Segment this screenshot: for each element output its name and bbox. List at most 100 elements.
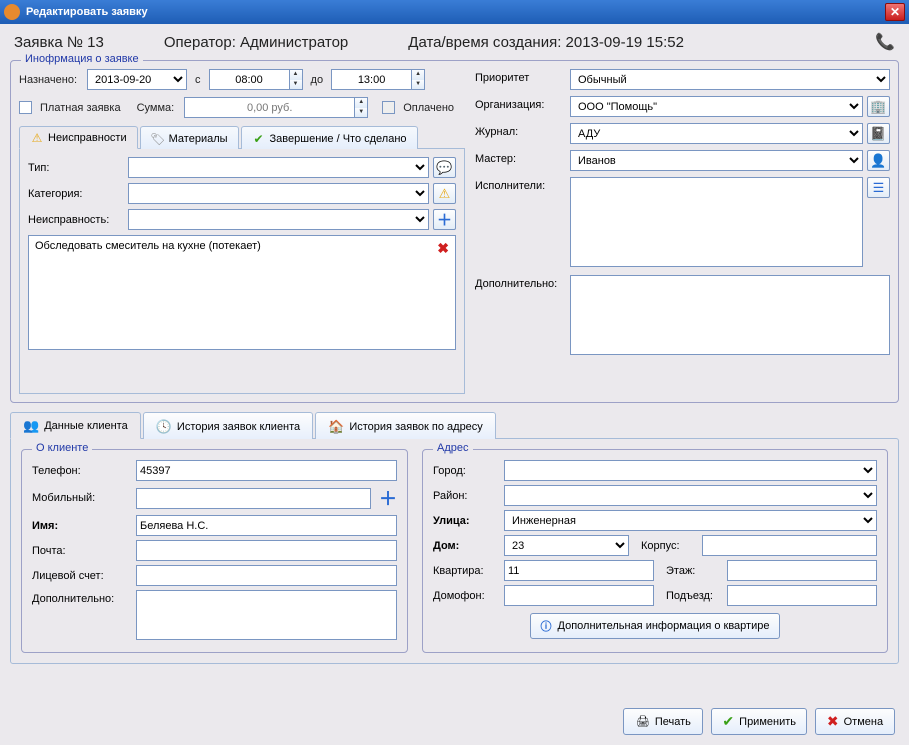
about-client-legend: О клиенте [32, 442, 92, 454]
fault-item-text: Обследовать смеситель на кухне (потекает… [35, 240, 261, 257]
entry-input[interactable] [727, 585, 877, 606]
type-label: Тип: [28, 162, 128, 174]
org-button[interactable]: 🏢 [867, 96, 890, 117]
assigned-date-select[interactable]: 2013-09-20 [87, 69, 187, 90]
account-input[interactable] [136, 565, 397, 586]
intercom-input[interactable] [504, 585, 654, 606]
cancel-button[interactable]: ✖Отмена [815, 708, 895, 735]
type-hint-button[interactable]: 💬 [433, 157, 456, 178]
time-to-input[interactable] [331, 69, 411, 90]
printer-icon: 🖨 [636, 715, 650, 728]
order-info-legend: Инофрмация о заявке [21, 53, 143, 65]
add-fault-button[interactable]: ＋ [433, 209, 456, 230]
clock-icon: 🕓 [156, 419, 172, 435]
floor-input[interactable] [727, 560, 877, 581]
paid-checkbox[interactable] [19, 101, 32, 114]
time-from-input[interactable] [209, 69, 289, 90]
master-select[interactable]: Иванов [570, 150, 863, 171]
mail-input[interactable] [136, 540, 397, 561]
order-info-fieldset: Инофрмация о заявке Назначено: 2013-09-2… [10, 60, 899, 403]
tab-materials[interactable]: 🏷Материалы [140, 126, 239, 149]
time-from-up[interactable]: ▲ [290, 70, 302, 80]
apply-button[interactable]: ✔Применить [711, 708, 807, 735]
fault-label: Неисправность: [28, 214, 128, 226]
window-title: Редактировать заявку [26, 6, 148, 18]
performers-label: Исполнители: [475, 177, 570, 192]
client-additional-label: Дополнительно: [32, 590, 130, 605]
order-number: Заявка № 13 [14, 34, 104, 51]
street-select[interactable]: Инженерная [504, 510, 877, 531]
flat-info-button[interactable]: ⓘДополнительная информация о квартире [530, 613, 781, 639]
phone-input[interactable] [136, 460, 397, 481]
house-select[interactable]: 23 [504, 535, 629, 556]
name-label: Имя: [32, 520, 130, 532]
cancel-icon: ✖ [827, 713, 839, 730]
about-client-fieldset: О клиенте Телефон: Мобильный:＋ Имя: Почт… [21, 449, 408, 653]
mobile-input[interactable] [136, 488, 371, 509]
journal-button[interactable]: 📓 [867, 123, 890, 144]
city-select[interactable] [504, 460, 877, 481]
time-to-up[interactable]: ▲ [412, 70, 424, 80]
address-fieldset: Адрес Город: Район: Улица:Инженерная Дом… [422, 449, 888, 653]
district-select[interactable] [504, 485, 877, 506]
home-icon: 🏠 [328, 419, 344, 435]
master-label: Мастер: [475, 150, 570, 165]
info-icon: ⓘ [541, 618, 552, 634]
performers-list-button[interactable]: ☰ [867, 177, 890, 198]
tab-client-data[interactable]: 👥Данные клиента [10, 412, 141, 439]
tab-client-history[interactable]: 🕓История заявок клиента [143, 412, 313, 439]
house-label: Дом: [433, 540, 498, 552]
app-icon [4, 4, 20, 20]
tab-faults[interactable]: ⚠Неисправности [19, 126, 138, 149]
footer: 🖨Печать ✔Применить ✖Отмена [0, 700, 909, 745]
titlebar: Редактировать заявку ✕ [0, 0, 909, 24]
performers-textarea[interactable] [570, 177, 863, 267]
master-button[interactable]: 👤 [867, 150, 890, 171]
client-tabs: 👥Данные клиента 🕓История заявок клиента … [10, 411, 909, 438]
time-to-down[interactable]: ▼ [412, 80, 424, 90]
client-additional-textarea[interactable] [136, 590, 397, 640]
operator-label: Оператор: Администратор [164, 34, 348, 51]
tab-address-history[interactable]: 🏠История заявок по адресу [315, 412, 496, 439]
additional-label: Дополнительно: [475, 275, 570, 290]
assigned-label: Назначено: [19, 74, 77, 86]
faults-list: Обследовать смеситель на кухне (потекает… [28, 235, 456, 350]
city-label: Город: [433, 465, 498, 477]
tab-completion[interactable]: ✔Завершение / Что сделано [241, 126, 418, 149]
paid-label: Платная заявка [40, 102, 121, 114]
category-label: Категория: [28, 188, 128, 200]
tag-icon: 🏷 [151, 132, 165, 146]
mail-label: Почта: [32, 545, 130, 557]
fault-tabs: ⚠Неисправности 🏷Материалы ✔Завершение / … [19, 125, 465, 149]
additional-textarea[interactable] [570, 275, 890, 355]
people-icon: 👥 [23, 418, 39, 434]
journal-select[interactable]: АДУ [570, 123, 863, 144]
sum-label: Сумма: [137, 102, 175, 114]
phone-icon[interactable]: 📞 [875, 32, 895, 52]
org-label: Организация: [475, 96, 570, 111]
flat-label: Квартира: [433, 565, 498, 577]
flat-input[interactable] [504, 560, 654, 581]
entry-label: Подъезд: [666, 590, 721, 602]
category-warn-button[interactable]: ⚠ [433, 183, 456, 204]
time-from-down[interactable]: ▼ [290, 80, 302, 90]
created-label: Дата/время создания: 2013-09-19 15:52 [408, 34, 684, 51]
delete-fault-icon[interactable]: ✖ [437, 240, 449, 257]
account-label: Лицевой счет: [32, 570, 130, 582]
close-button[interactable]: ✕ [885, 3, 905, 21]
priority-select[interactable]: Обычный [570, 69, 890, 90]
corp-input[interactable] [702, 535, 877, 556]
paid-done-label: Оплачено [403, 102, 454, 114]
name-input[interactable] [136, 515, 397, 536]
org-select[interactable]: ООО "Помощь" [570, 96, 863, 117]
add-mobile-icon[interactable]: ＋ [379, 485, 397, 511]
category-select[interactable] [128, 183, 429, 204]
type-select[interactable] [128, 157, 429, 178]
print-button[interactable]: 🖨Печать [623, 708, 703, 735]
corp-label: Корпус: [641, 540, 696, 552]
mobile-label: Мобильный: [32, 492, 130, 504]
sum-up: ▲ [355, 98, 367, 108]
fault-select[interactable] [128, 209, 429, 230]
street-label: Улица: [433, 515, 498, 527]
intercom-label: Домофон: [433, 590, 498, 602]
